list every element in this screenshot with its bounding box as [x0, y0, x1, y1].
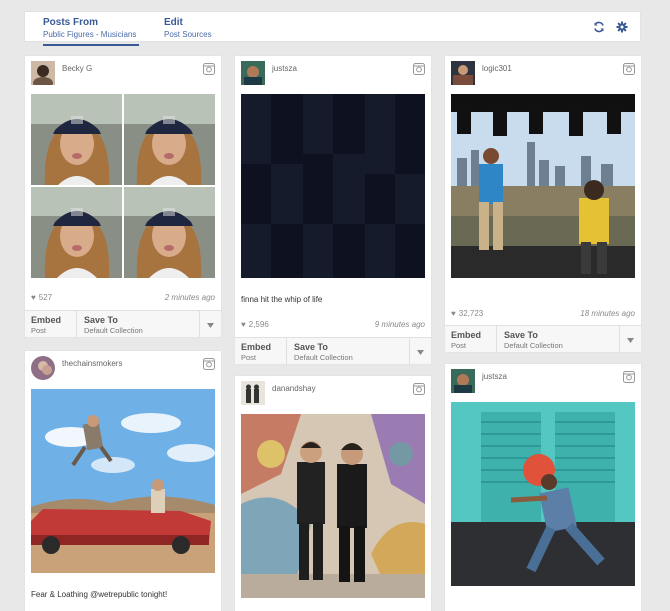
post-stats: ♥ 2,596 9 minutes ago: [241, 320, 425, 332]
tab-edit-subtitle: Post Sources: [164, 30, 212, 39]
tab-posts-from[interactable]: Posts From Public Figures - Musicians: [43, 17, 140, 46]
tab-posts-from-subtitle: Public Figures - Musicians: [43, 30, 137, 39]
collection-name: Default Collection: [504, 341, 563, 350]
tab-posts-from-title: Posts From: [43, 17, 99, 28]
likes: ♥ 2,596: [241, 320, 269, 329]
chevron-down-icon[interactable]: [619, 326, 641, 352]
save-to-label: Save To: [294, 342, 328, 352]
like-count: 2,596: [248, 320, 269, 329]
post-card: logic301 ♥ 32,723 18 minutes ago Embed P…: [444, 55, 642, 353]
embed-button[interactable]: Embed Post: [445, 326, 497, 352]
save-to-button[interactable]: Save To Default Collection: [77, 311, 199, 337]
embed-sublabel: Post: [241, 353, 257, 362]
avatar[interactable]: [31, 61, 55, 85]
post-actions: Embed Post Save To Default Collection: [235, 337, 431, 364]
timestamp: 9 minutes ago: [374, 320, 425, 329]
top-bar: Posts From Public Figures - Musicians Ed…: [24, 11, 641, 46]
post-photo[interactable]: [241, 94, 425, 278]
avatar[interactable]: [31, 356, 55, 380]
post-caption: finna hit the whip of life: [241, 295, 323, 304]
username[interactable]: justsza: [272, 64, 297, 73]
refresh-icon[interactable]: [592, 20, 606, 34]
avatar[interactable]: [241, 61, 265, 85]
gear-icon[interactable]: [615, 20, 629, 34]
save-to-button[interactable]: Save To Default Collection: [287, 338, 409, 364]
embed-button[interactable]: Embed Post: [235, 338, 287, 364]
tab-edit[interactable]: Edit Post Sources: [164, 17, 212, 40]
avatar[interactable]: [451, 61, 475, 85]
save-to-label: Save To: [504, 330, 538, 340]
active-tab-underline: [43, 44, 140, 46]
timestamp: 18 minutes ago: [580, 309, 635, 318]
like-count: 32,723: [458, 309, 484, 318]
embed-label: Embed: [241, 342, 272, 352]
embed-label: Embed: [451, 330, 482, 340]
embed-button[interactable]: Embed Post: [25, 311, 77, 337]
post-card: justsza: [444, 363, 642, 611]
avatar[interactable]: [451, 369, 475, 393]
instagram-icon[interactable]: [413, 382, 425, 395]
post-card: justsza finna hit the whip of life ♥ 2,59…: [234, 55, 432, 365]
avatar[interactable]: [241, 381, 265, 405]
post-stats: ♥ 527 2 minutes ago: [31, 293, 215, 305]
heart-icon: ♥: [31, 293, 36, 302]
post-photo[interactable]: [31, 389, 215, 573]
post-actions: Embed Post Save To Default Collection: [445, 325, 641, 352]
instagram-icon[interactable]: [203, 62, 215, 75]
save-to-label: Save To: [84, 315, 118, 325]
embed-sublabel: Post: [451, 341, 467, 350]
instagram-icon[interactable]: [623, 62, 635, 75]
post-photo[interactable]: [451, 94, 635, 278]
heart-icon: ♥: [241, 320, 246, 329]
post-card: Becky G ♥ 527 2 minutes ago Embed Post S…: [24, 55, 222, 338]
post-photo[interactable]: [241, 414, 425, 598]
embed-sublabel: Post: [31, 326, 47, 335]
heart-icon: ♥: [451, 309, 456, 318]
post-stats: ♥ 32,723 18 minutes ago: [451, 309, 635, 321]
post-photo[interactable]: [451, 402, 635, 586]
instagram-icon[interactable]: [413, 62, 425, 75]
likes: ♥ 32,723: [451, 309, 483, 318]
post-photo[interactable]: [31, 94, 215, 278]
collection-name: Default Collection: [84, 326, 143, 335]
post-card: danandshay: [234, 375, 432, 611]
username[interactable]: danandshay: [272, 384, 316, 393]
chevron-down-icon[interactable]: [199, 311, 221, 337]
likes: ♥ 527: [31, 293, 52, 302]
post-caption: Fear & Loathing @wetrepublic tonight!: [31, 590, 168, 599]
username[interactable]: Becky G: [62, 64, 92, 73]
collection-name: Default Collection: [294, 353, 353, 362]
embed-label: Embed: [31, 315, 62, 325]
username[interactable]: logic301: [482, 64, 512, 73]
instagram-icon[interactable]: [203, 357, 215, 370]
username[interactable]: thechainsmokers: [62, 359, 122, 368]
timestamp: 2 minutes ago: [164, 293, 215, 302]
post-card: thechainsmokers Fear & Loathing @wetrepu…: [24, 350, 222, 611]
username[interactable]: justsza: [482, 372, 507, 381]
save-to-button[interactable]: Save To Default Collection: [497, 326, 619, 352]
like-count: 527: [38, 293, 53, 302]
instagram-icon[interactable]: [623, 370, 635, 383]
tab-edit-title: Edit: [164, 17, 183, 28]
chevron-down-icon[interactable]: [409, 338, 431, 364]
post-actions: Embed Post Save To Default Collection: [25, 310, 221, 337]
